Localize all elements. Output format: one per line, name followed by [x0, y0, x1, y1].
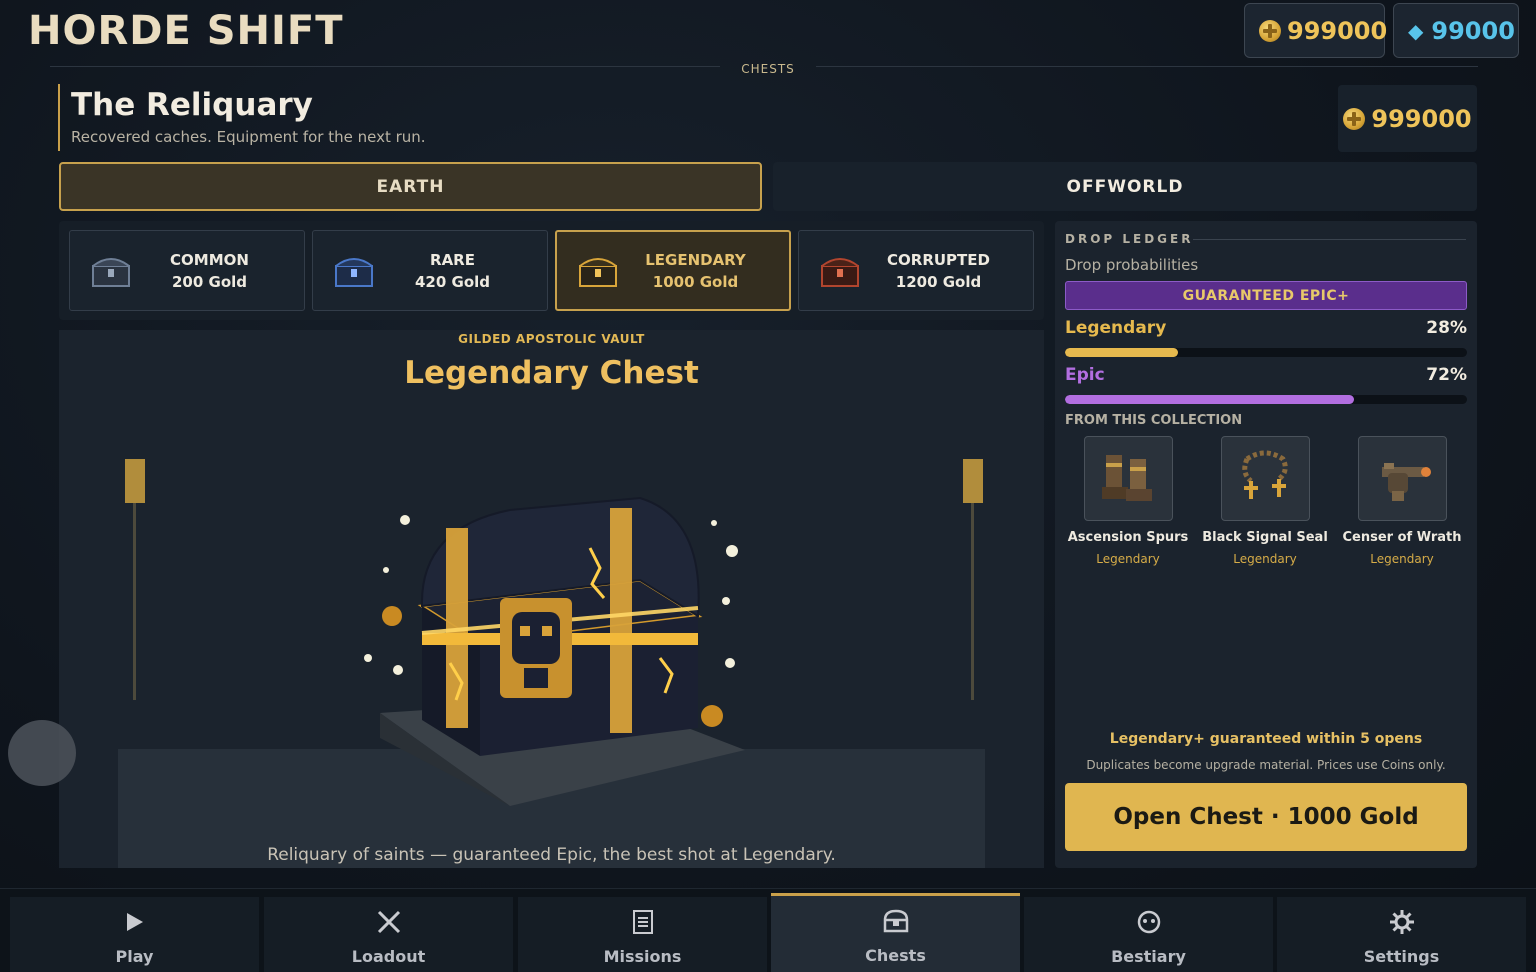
gold-balance: 999000	[1287, 16, 1388, 45]
legendary-chest-icon	[364, 496, 745, 806]
chest-icon	[883, 909, 908, 933]
coin-icon	[1259, 19, 1281, 42]
nav-bestiary-label: Bestiary	[1111, 947, 1186, 966]
rosary-icon	[1242, 450, 1288, 499]
tier-common-price: 200 Gold	[171, 272, 248, 291]
tier-legendary-price: 1000 Gold	[652, 272, 739, 291]
chest-title: Legendary Chest	[404, 355, 699, 391]
item-rarity: Legendary	[1370, 552, 1434, 566]
creature-icon	[1137, 910, 1160, 934]
reliquary-balance: 999000	[1338, 85, 1477, 152]
left-torch-pole	[133, 500, 136, 700]
play-icon	[126, 913, 143, 931]
page-subtitle: Recovered caches. Equipment for the next…	[71, 128, 426, 146]
item-name: Ascension Spurs	[1067, 530, 1189, 545]
tier-rare-name: RARE	[430, 250, 475, 269]
odds-legendary-label: Legendary	[1065, 318, 1167, 338]
document-icon	[632, 910, 653, 934]
tier-tab-common[interactable]: COMMON 200 Gold	[69, 230, 305, 311]
header-divider-right	[816, 66, 1478, 67]
crossed-swords-icon	[377, 910, 400, 934]
item-card-censer-of-wrath[interactable]: Censer of Wrath Legendary	[1332, 436, 1472, 576]
odds-legendary-fill	[1065, 348, 1178, 357]
item-name: Censer of Wrath	[1342, 530, 1462, 545]
left-torch-icon	[125, 459, 145, 503]
reliquary-balance-value: 999000	[1371, 104, 1472, 133]
rare-chest-icon	[335, 257, 373, 287]
open-chest-label: Open Chest · 1000 Gold	[1113, 804, 1419, 830]
chest-description: Reliquary of saints — guaranteed Epic, t…	[267, 845, 836, 865]
gem-balance: 99000	[1431, 16, 1515, 45]
odds-legendary-bar	[1065, 348, 1467, 357]
guarantee-banner: GUARANTEED EPIC+	[1065, 281, 1467, 310]
legendary-chest-icon	[579, 257, 617, 287]
tier-tab-rare[interactable]: RARE 420 Gold	[312, 230, 548, 311]
odds-legendary-percent: 28%	[1426, 318, 1467, 338]
tab-offworld[interactable]: OFFWORLD	[773, 162, 1477, 211]
tier-tab-legendary[interactable]: LEGENDARY 1000 Gold	[555, 230, 791, 311]
app-title: HORDE SHIFT	[28, 8, 344, 54]
ledger-heading: DROP LEDGER	[1065, 232, 1194, 246]
collection-label: FROM THIS COLLECTION	[1065, 413, 1243, 428]
header-divider-left	[50, 66, 720, 67]
tab-offworld-label: OFFWORLD	[1066, 176, 1184, 197]
nav-missions-label: Missions	[603, 947, 682, 966]
nav-bestiary[interactable]: Bestiary	[1024, 897, 1273, 972]
coin-icon	[1343, 107, 1366, 130]
common-chest-icon	[92, 257, 130, 287]
ledger-heading-rule	[1193, 239, 1466, 240]
nav-chests[interactable]: Chests	[771, 893, 1020, 972]
tier-common-name: COMMON	[170, 250, 249, 269]
section-label: CHESTS	[741, 62, 795, 76]
item-card-ascension-spurs[interactable]: Ascension Spurs Legendary	[1058, 436, 1198, 576]
pity-guarantee-note: Legendary+ guaranteed within 5 opens	[1109, 731, 1423, 747]
duplicate-note: Duplicates become upgrade material. Pric…	[1086, 758, 1446, 772]
guarantee-text: GUARANTEED EPIC+	[1182, 287, 1350, 304]
boots-icon	[1102, 454, 1152, 501]
diamond-icon: ◆	[1408, 18, 1424, 43]
vault-subtitle: GILDED APOSTOLIC VAULT	[458, 332, 645, 346]
nav-loadout[interactable]: Loadout	[264, 897, 513, 972]
tab-earth[interactable]: EARTH	[59, 162, 762, 211]
odds-epic-bar	[1065, 395, 1467, 404]
item-rarity: Legendary	[1096, 552, 1160, 566]
corrupted-chest-icon	[821, 257, 859, 287]
nav-missions[interactable]: Missions	[518, 897, 767, 972]
odds-epic-label: Epic	[1065, 365, 1105, 385]
nav-play-label: Play	[115, 947, 154, 966]
item-card-black-signal-seal[interactable]: Black Signal Seal Legendary	[1195, 436, 1335, 576]
tier-rare-price: 420 Gold	[414, 272, 491, 291]
odds-epic-fill	[1065, 395, 1355, 404]
item-name: Black Signal Seal	[1202, 530, 1328, 545]
tab-earth-label: EARTH	[376, 176, 445, 197]
gear-icon	[1389, 910, 1414, 934]
tier-legendary-name: LEGENDARY	[645, 250, 746, 269]
nav-chests-label: Chests	[865, 946, 926, 965]
censer-gun-icon	[1382, 462, 1431, 501]
tier-tab-corrupted[interactable]: CORRUPTED 1200 Gold	[798, 230, 1034, 311]
item-rarity: Legendary	[1233, 552, 1297, 566]
gold-balance-pill[interactable]: 999000	[1244, 3, 1388, 58]
nav-settings-label: Settings	[1363, 947, 1440, 966]
open-chest-button[interactable]: Open Chest · 1000 Gold	[1065, 783, 1467, 851]
tier-corrupted-price: 1200 Gold	[895, 272, 982, 291]
page-title: The Reliquary	[71, 87, 313, 123]
nav-settings[interactable]: Settings	[1277, 897, 1526, 972]
right-torch-pole	[971, 500, 974, 700]
tier-corrupted-name: CORRUPTED	[887, 250, 990, 269]
gem-balance-pill[interactable]: ◆ 99000	[1393, 3, 1519, 58]
floating-assist-button[interactable]	[8, 720, 76, 786]
nav-loadout-label: Loadout	[351, 947, 426, 966]
right-torch-icon	[963, 459, 983, 503]
ledger-subtitle: Drop probabilities	[1065, 256, 1199, 274]
odds-epic-percent: 72%	[1426, 365, 1467, 385]
nav-play[interactable]: Play	[10, 897, 259, 972]
page-header: The Reliquary Recovered caches. Equipmen…	[58, 84, 458, 151]
